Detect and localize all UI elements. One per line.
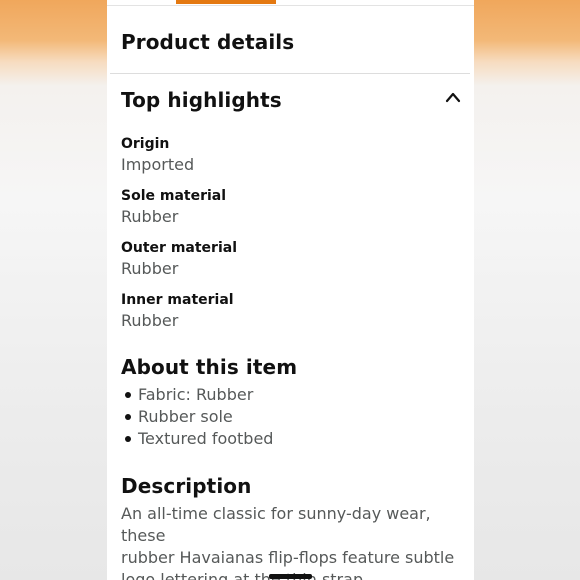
about-this-item-heading: About this item [121, 355, 298, 379]
spec-value: Imported [121, 155, 195, 174]
bullet-text: Fabric: Rubber [138, 385, 254, 404]
spec-label: Origin [121, 136, 170, 152]
product-details-panel: Product details Top highlights Origin Im… [107, 0, 474, 580]
spec-value: Rubber [121, 259, 179, 278]
description-text: An all-time classic for sunny-day wear, … [121, 503, 466, 580]
spec-origin: Origin Imported [121, 135, 194, 177]
bullet-text: Rubber sole [138, 407, 233, 426]
description-line: rubber Havaianas flip-flops feature subt… [121, 548, 455, 567]
about-bullet-list: Fabric: Rubber Rubber sole Textured foot… [121, 384, 273, 450]
home-indicator [269, 574, 312, 579]
section-divider [110, 73, 470, 74]
product-details-heading: Product details [121, 30, 295, 54]
spec-outer-material: Outer material Rubber [121, 239, 237, 281]
active-tab-indicator [176, 0, 276, 4]
spec-inner-material: Inner material Rubber [121, 291, 234, 333]
bullet-dot-icon [125, 392, 131, 398]
spec-label: Outer material [121, 240, 238, 256]
spec-label: Sole material [121, 188, 227, 204]
bullet-text: Textured footbed [138, 429, 274, 448]
top-highlights-heading[interactable]: Top highlights [121, 88, 282, 112]
spec-sole-material: Sole material Rubber [121, 187, 226, 229]
bullet-dot-icon [125, 414, 131, 420]
spec-value: Rubber [121, 311, 179, 330]
tab-bar [107, 0, 474, 6]
description-line: An all-time classic for sunny-day wear, … [121, 504, 431, 545]
description-heading: Description [121, 474, 252, 498]
spec-value: Rubber [121, 207, 179, 226]
bullet-dot-icon [125, 436, 131, 442]
list-item: Rubber sole [121, 406, 273, 428]
list-item: Fabric: Rubber [121, 384, 273, 406]
spec-label: Inner material [121, 292, 234, 308]
chevron-up-icon[interactable] [444, 89, 462, 103]
list-item: Textured footbed [121, 428, 273, 450]
